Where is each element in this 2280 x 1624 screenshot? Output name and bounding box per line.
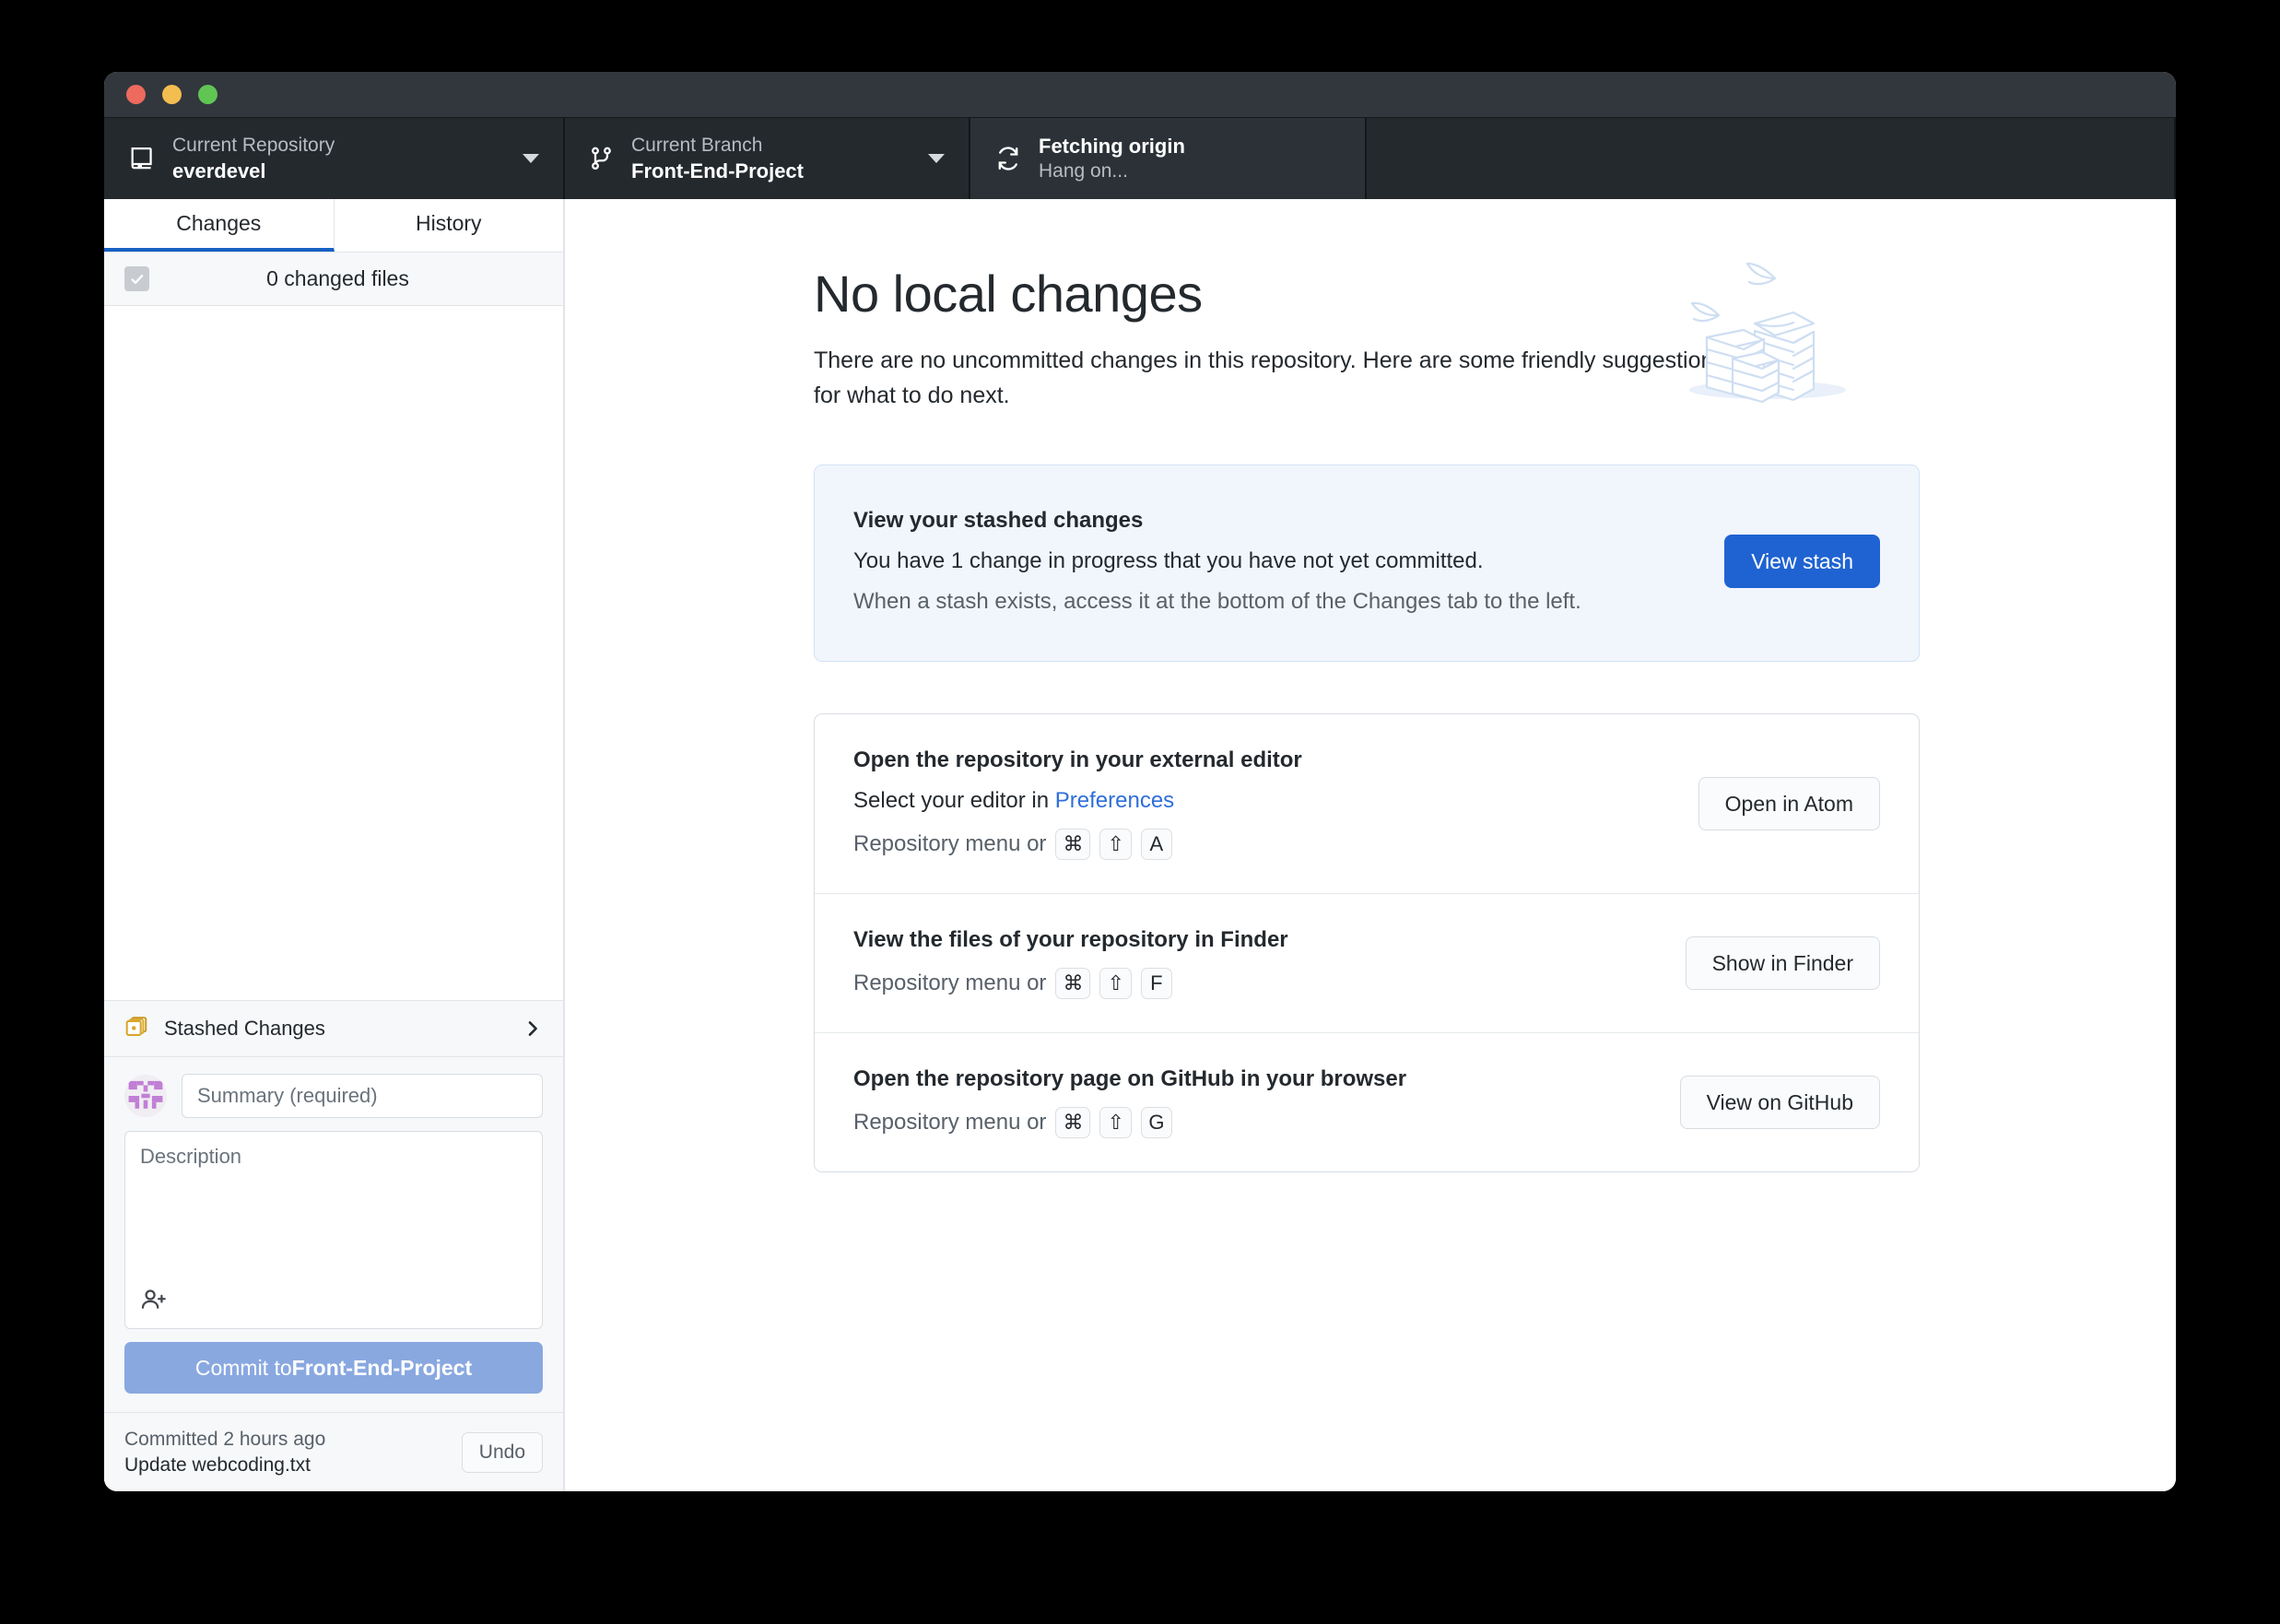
kbd-shift-icon: ⇧ [1099, 1107, 1132, 1138]
add-coauthor-icon[interactable] [140, 1287, 168, 1319]
suggestion-shortcut: Repository menu or ⌘ ⇧ G [853, 1107, 1652, 1138]
commit-form: Commit to Front-End-Project [104, 1057, 563, 1412]
view-stash-button[interactable]: View stash [1724, 535, 1880, 588]
toolbar: Current Repository everdevel Current Bra… [104, 118, 2176, 199]
kbd-letter: A [1140, 829, 1172, 860]
page-title: No local changes [814, 265, 1203, 323]
suggestion-row-github: Open the repository page on GitHub in yo… [815, 1032, 1919, 1171]
kbd-letter: F [1140, 968, 1172, 999]
sidebar-tabs: Changes History [104, 199, 563, 253]
changed-files-list[interactable] [104, 306, 563, 1000]
tab-changes[interactable]: Changes [104, 199, 335, 252]
kbd-command-icon: ⌘ [1055, 1107, 1091, 1138]
commit-summary-input[interactable] [182, 1074, 543, 1118]
stash-card-description: You have 1 change in progress that you h… [853, 548, 1484, 573]
stashed-changes-row[interactable]: Stashed Changes [104, 1000, 563, 1057]
suggestion-shortcut: Repository menu or ⌘ ⇧ F [853, 968, 1658, 999]
suggestion-row-finder: View the files of your repository in Fin… [815, 893, 1919, 1032]
titlebar [104, 72, 2176, 118]
shortcut-prefix: Repository menu or [853, 1110, 1047, 1135]
suggestions-card: Open the repository in your external edi… [814, 713, 1920, 1172]
suggestion-description-prefix: Select your editor in [853, 788, 1055, 813]
stash-suggestion-card: View your stashed changes You have 1 cha… [814, 465, 1920, 662]
commit-summary-row [124, 1074, 543, 1118]
preferences-link[interactable]: Preferences [1055, 788, 1174, 813]
undo-commit-button[interactable]: Undo [461, 1431, 543, 1473]
kbd-command-icon: ⌘ [1055, 829, 1091, 860]
shortcut-prefix: Repository menu or [853, 831, 1047, 856]
suggestion-title: Open the repository in your external edi… [853, 747, 1302, 772]
changed-files-bar: 0 changed files [104, 253, 563, 306]
close-window-button[interactable] [126, 85, 146, 104]
window-body: Changes History 0 changed files Stashed … [104, 199, 2176, 1491]
view-on-github-button[interactable]: View on GitHub [1679, 1076, 1880, 1129]
repo-icon [128, 145, 156, 172]
current-branch-dropdown[interactable]: Current Branch Front-End-Project [565, 118, 970, 199]
last-commit-message: Update webcoding.txt [124, 1453, 311, 1476]
select-all-checkbox[interactable] [124, 266, 149, 291]
kbd-shift-icon: ⇧ [1099, 829, 1132, 860]
page-subtitle: There are no uncommitted changes in this… [814, 347, 1725, 408]
traffic-lights [126, 85, 217, 104]
fetch-status-subtitle: Hang on... [1039, 160, 1128, 182]
commit-button-lead: Commit to [194, 1355, 292, 1380]
commit-button[interactable]: Commit to Front-End-Project [124, 1342, 543, 1394]
github-desktop-window: Current Repository everdevel Current Bra… [104, 72, 2176, 1491]
suggestion-row-external-editor: Open the repository in your external edi… [815, 714, 1919, 893]
chevron-down-icon [928, 154, 945, 163]
kbd-letter: G [1140, 1107, 1172, 1138]
sidebar: Changes History 0 changed files Stashed … [104, 199, 565, 1491]
commit-description-input[interactable] [125, 1132, 542, 1328]
stash-card-title: View your stashed changes [853, 508, 1144, 533]
stashed-changes-label: Stashed Changes [164, 1017, 325, 1040]
last-commit-time: Committed 2 hours ago [124, 1428, 326, 1450]
open-in-atom-button[interactable]: Open in Atom [1698, 777, 1880, 830]
fetch-origin-button[interactable]: Fetching origin Hang on... [970, 118, 1367, 199]
commit-description-box [124, 1131, 543, 1329]
current-branch-label: Current Branch [631, 134, 763, 156]
suggestion-title: Open the repository page on GitHub in yo… [853, 1066, 1407, 1091]
main-panel: No local changes There are no uncommitte… [565, 199, 2176, 1491]
suggestion-description: Select your editor in Preferences [853, 788, 1671, 814]
kbd-command-icon: ⌘ [1055, 968, 1091, 999]
current-repository-value: everdevel [172, 159, 266, 182]
zoom-window-button[interactable] [198, 85, 217, 104]
changed-files-count: 0 changed files [266, 266, 409, 290]
minimize-window-button[interactable] [162, 85, 182, 104]
current-repository-dropdown[interactable]: Current Repository everdevel [104, 118, 565, 199]
toolbar-empty-area [1367, 118, 2176, 199]
branch-icon [589, 145, 615, 172]
sync-icon [994, 145, 1022, 172]
chevron-down-icon [523, 154, 539, 163]
fetch-status-title: Fetching origin [1039, 134, 1185, 158]
shortcut-prefix: Repository menu or [853, 971, 1047, 995]
last-commit-footer: Committed 2 hours ago Update webcoding.t… [104, 1412, 563, 1491]
current-repository-label: Current Repository [172, 134, 335, 156]
current-branch-value: Front-End-Project [631, 159, 804, 182]
avatar [124, 1075, 167, 1117]
commit-button-branch: Front-End-Project [291, 1355, 473, 1380]
kbd-shift-icon: ⇧ [1099, 968, 1132, 999]
suggestion-title: View the files of your repository in Fin… [853, 927, 1288, 952]
show-in-finder-button[interactable]: Show in Finder [1685, 936, 1880, 990]
tab-history[interactable]: History [335, 199, 564, 252]
chevron-right-icon [523, 1018, 543, 1039]
stash-card-hint: When a stash exists, access it at the bo… [853, 589, 1581, 614]
suggestion-shortcut: Repository menu or ⌘ ⇧ A [853, 829, 1671, 860]
stash-icon [124, 1014, 149, 1043]
stash-suggestion-row: View your stashed changes You have 1 cha… [815, 465, 1919, 661]
